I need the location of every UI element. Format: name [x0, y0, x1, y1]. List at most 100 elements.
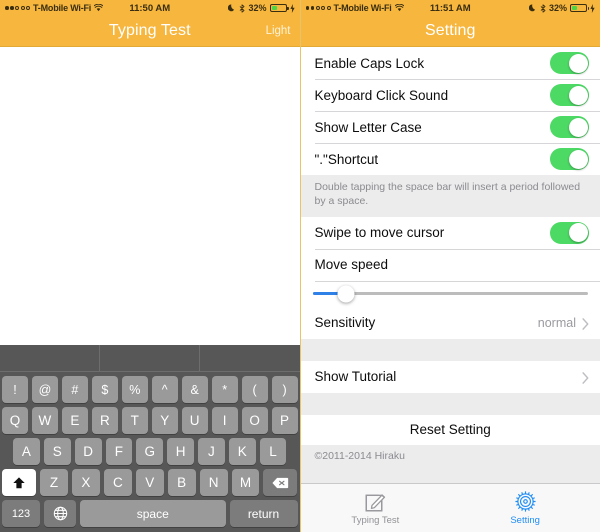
- key-percent[interactable]: %: [121, 376, 148, 403]
- charging-bolt-icon: [590, 3, 595, 13]
- key-i[interactable]: I: [211, 407, 238, 434]
- settings-group-cursor: Swipe to move cursor Move speed Sensitiv…: [300, 216, 600, 339]
- key-s[interactable]: S: [43, 438, 71, 465]
- suggestion-slot-1[interactable]: [0, 345, 101, 371]
- settings-list[interactable]: Enable Caps Lock Keyboard Click Sound Sh…: [300, 47, 600, 519]
- key-n[interactable]: N: [199, 469, 228, 496]
- chevron-right-icon: [582, 317, 589, 330]
- key-g[interactable]: G: [136, 438, 164, 465]
- suggestion-slot-3[interactable]: [200, 345, 299, 371]
- delete-key[interactable]: [263, 469, 298, 496]
- key-b[interactable]: B: [167, 469, 196, 496]
- key-h[interactable]: H: [167, 438, 194, 465]
- key-at[interactable]: @: [31, 376, 58, 403]
- numeric-key[interactable]: 123: [2, 500, 40, 527]
- key-k[interactable]: K: [228, 438, 256, 465]
- key-d[interactable]: D: [74, 438, 102, 465]
- keyboard-row-qwerty: Q W E R T Y U I O P: [0, 407, 300, 434]
- key-l[interactable]: L: [259, 438, 287, 465]
- chevron-right-icon: [582, 371, 589, 384]
- key-x[interactable]: X: [71, 469, 100, 496]
- return-key[interactable]: return: [229, 500, 298, 527]
- setting-label: Show Tutorial: [314, 369, 397, 385]
- move-speed-slider[interactable]: [312, 285, 588, 303]
- click-sound-toggle[interactable]: [550, 84, 589, 106]
- key-q[interactable]: Q: [1, 407, 28, 434]
- key-z[interactable]: Z: [40, 469, 68, 496]
- key-asterisk[interactable]: *: [211, 376, 238, 403]
- key-t[interactable]: T: [121, 407, 148, 434]
- key-hash[interactable]: #: [61, 376, 88, 403]
- light-button[interactable]: Light: [266, 25, 291, 37]
- key-m[interactable]: M: [231, 469, 260, 496]
- page-title: Typing Test: [108, 22, 191, 39]
- globe-key[interactable]: [44, 500, 76, 527]
- key-exclam[interactable]: !: [1, 376, 28, 403]
- key-paren-open[interactable]: (: [241, 376, 268, 403]
- setting-row-enable-caps-lock[interactable]: Enable Caps Lock: [300, 47, 600, 79]
- swipe-cursor-toggle[interactable]: [550, 221, 589, 244]
- period-shortcut-footnote: Double tapping the space bar will insert…: [300, 175, 600, 217]
- key-caret[interactable]: ^: [151, 376, 178, 403]
- key-e[interactable]: E: [61, 407, 88, 434]
- left-status-right: 32%: [228, 3, 295, 13]
- key-c[interactable]: C: [103, 469, 132, 496]
- setting-row-show-letter-case[interactable]: Show Letter Case: [300, 111, 600, 143]
- section-gap-1: [300, 338, 600, 361]
- setting-row-swipe-to-move-cursor[interactable]: Swipe to move cursor: [300, 216, 600, 249]
- setting-label: Enable Caps Lock: [314, 55, 425, 71]
- setting-row-show-tutorial[interactable]: Show Tutorial: [300, 360, 600, 393]
- key-w[interactable]: W: [31, 407, 58, 434]
- suggestion-slot-2[interactable]: [100, 345, 201, 371]
- battery-percent-label: 32%: [248, 3, 267, 13]
- left-status-bar: T-Mobile Wi-Fi 11:50 AM 32%: [0, 0, 300, 16]
- move-speed-slider-row[interactable]: [300, 280, 600, 307]
- onscreen-keyboard: ! @ # $ % ^ & * ( ) Q W E R T Y U I O P …: [0, 345, 300, 532]
- setting-label: Move speed: [314, 257, 389, 273]
- slider-thumb[interactable]: [337, 285, 355, 303]
- copyright-label: ©2011-2014 Hiraku: [300, 444, 600, 462]
- key-f[interactable]: F: [105, 438, 133, 465]
- setting-label: Swipe to move cursor: [314, 225, 445, 241]
- typing-test-text-area[interactable]: [0, 47, 300, 345]
- key-a[interactable]: A: [13, 438, 40, 465]
- key-y[interactable]: Y: [151, 407, 178, 434]
- caps-lock-toggle[interactable]: [550, 52, 589, 74]
- left-nav-bar: Typing Test Light: [0, 16, 300, 47]
- keyboard-row-symbols: ! @ # $ % ^ & * ( ): [0, 376, 300, 403]
- key-u[interactable]: U: [181, 407, 208, 434]
- keyboard-row-modifiers: 123 space return: [0, 500, 300, 527]
- left-status-left: T-Mobile Wi-Fi: [5, 3, 104, 13]
- period-shortcut-toggle[interactable]: [550, 148, 589, 170]
- bluetooth-icon: [239, 3, 245, 13]
- key-paren-close[interactable]: ): [271, 376, 298, 403]
- key-j[interactable]: J: [197, 438, 225, 465]
- shift-icon: [12, 476, 26, 490]
- tab-setting[interactable]: Setting: [450, 484, 600, 532]
- letter-case-toggle[interactable]: [550, 116, 589, 138]
- space-key[interactable]: space: [80, 500, 226, 527]
- key-p[interactable]: P: [271, 407, 298, 434]
- key-dollar[interactable]: $: [91, 376, 118, 403]
- right-status-right: 32%: [528, 3, 595, 13]
- reset-setting-button[interactable]: Reset Setting: [300, 414, 600, 445]
- delete-icon: [272, 477, 289, 489]
- bluetooth-icon: [540, 3, 546, 13]
- key-o[interactable]: O: [241, 407, 268, 434]
- tab-label: Typing Test: [351, 515, 400, 526]
- key-ampersand[interactable]: &: [181, 376, 208, 403]
- globe-icon: [53, 506, 68, 521]
- setting-label: Keyboard Click Sound: [314, 87, 449, 103]
- tab-label: Setting: [510, 515, 540, 526]
- setting-row-keyboard-click-sound[interactable]: Keyboard Click Sound: [300, 79, 600, 111]
- right-nav-bar: Setting: [300, 16, 600, 47]
- tab-typing-test[interactable]: Typing Test: [301, 484, 451, 532]
- setting-row-sensitivity[interactable]: Sensitivity normal: [300, 306, 600, 339]
- setting-label: Show Letter Case: [314, 119, 422, 135]
- shift-key[interactable]: [2, 469, 37, 496]
- key-v[interactable]: V: [135, 469, 164, 496]
- carrier-label: T-Mobile Wi-Fi: [333, 3, 392, 13]
- setting-label: Sensitivity: [314, 315, 376, 331]
- setting-row-period-shortcut[interactable]: "."Shortcut: [300, 143, 600, 175]
- key-r[interactable]: R: [91, 407, 118, 434]
